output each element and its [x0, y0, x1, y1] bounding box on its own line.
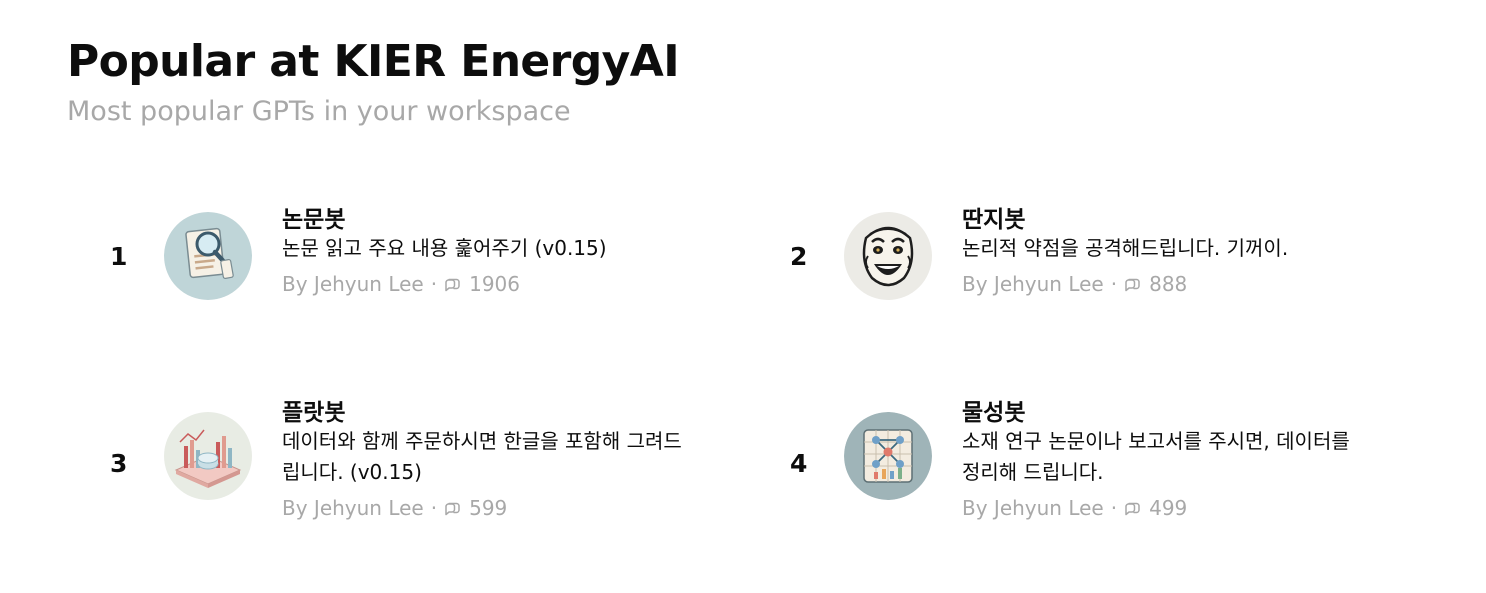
gpt-info: 딴지봇 논리적 약점을 공격해드립니다. 기꺼이. By Jehyun Lee …	[962, 205, 1372, 298]
gpt-meta: By Jehyun Lee · 888	[962, 270, 1372, 298]
gpt-name: 논문봇	[282, 207, 346, 233]
conversation-count: 599	[469, 496, 508, 520]
gpt-description: 데이터와 함께 주문하시면 한글을 포함해 그려드립니다. (v0.15)	[282, 429, 682, 484]
gpt-description: 논리적 약점을 공격해드립니다. 기꺼이.	[962, 236, 1289, 260]
rank-number: 4	[790, 449, 808, 478]
rank-number: 1	[110, 242, 128, 271]
gpt-author: By Jehyun Lee	[282, 496, 424, 520]
magnifier-document-icon	[164, 212, 252, 300]
conversation-count: 499	[1149, 496, 1188, 520]
gpt-name: 물성봇	[962, 400, 1026, 426]
gpt-meta: By Jehyun Lee · 499	[962, 494, 1372, 522]
gpt-author: By Jehyun Lee	[962, 496, 1104, 520]
chat-bubble-icon	[443, 499, 461, 517]
conversation-count: 888	[1149, 272, 1188, 296]
gpt-meta: By Jehyun Lee · 1906	[282, 270, 692, 298]
popular-gpts-page: Popular at KIER EnergyAI Most popular GP…	[0, 0, 1486, 593]
gpt-description: 소재 연구 논문이나 보고서를 주시면, 데이터를 정리해 드립니다.	[962, 429, 1350, 484]
gpt-meta: By Jehyun Lee · 599	[282, 494, 692, 522]
rank-number: 2	[790, 242, 808, 271]
conversation-count: 1906	[469, 272, 521, 296]
gpt-name: 플랏봇	[282, 400, 346, 426]
gpt-card-3[interactable]: 3 플랏봇 데이터와 함께 주문하시면 한글을 포함해 그려드립니다. (v0.…	[110, 398, 682, 520]
gpt-info: 논문봇 논문 읽고 주요 내용 훑어주기 (v0.15) By Jehyun L…	[282, 205, 692, 298]
chat-bubble-icon	[1123, 499, 1141, 517]
chat-bubble-icon	[1123, 275, 1141, 293]
gpt-card-1[interactable]: 1 논문봇 논문 읽고 주요 내용 훑어주기 (v0.15) By Jehyun…	[110, 205, 670, 315]
meta-separator: ·	[1110, 496, 1118, 520]
gpt-card-4[interactable]: 4 물성봇 소재 연구 논문이나 보고서를 주시면, 데이터를 정리해 드립니다…	[790, 398, 1350, 520]
meta-separator: ·	[430, 496, 438, 520]
chat-bubble-icon	[443, 275, 461, 293]
gpt-name: 딴지봇	[962, 207, 1026, 233]
gpt-list: 1 논문봇 논문 읽고 주요 내용 훑어주기 (v0.15) By Jehyun…	[0, 0, 1486, 593]
gpt-description: 논문 읽고 주요 내용 훑어주기 (v0.15)	[282, 236, 607, 260]
rank-number: 3	[110, 449, 128, 478]
gpt-author: By Jehyun Lee	[282, 272, 424, 296]
meta-separator: ·	[430, 272, 438, 296]
meta-separator: ·	[1110, 272, 1118, 296]
gpt-card-2[interactable]: 2 딴지봇 논리적 약점을 공격해드립니다. 기꺼이. By Jehyun Le…	[790, 205, 1350, 315]
gpt-info: 물성봇 소재 연구 논문이나 보고서를 주시면, 데이터를 정리해 드립니다. …	[962, 398, 1372, 522]
grinning-mask-icon	[844, 212, 932, 300]
gpt-author: By Jehyun Lee	[962, 272, 1104, 296]
gpt-info: 플랏봇 데이터와 함께 주문하시면 한글을 포함해 그려드립니다. (v0.15…	[282, 398, 692, 522]
bar-chart-isometric-icon	[164, 412, 252, 500]
molecule-chart-icon	[844, 412, 932, 500]
